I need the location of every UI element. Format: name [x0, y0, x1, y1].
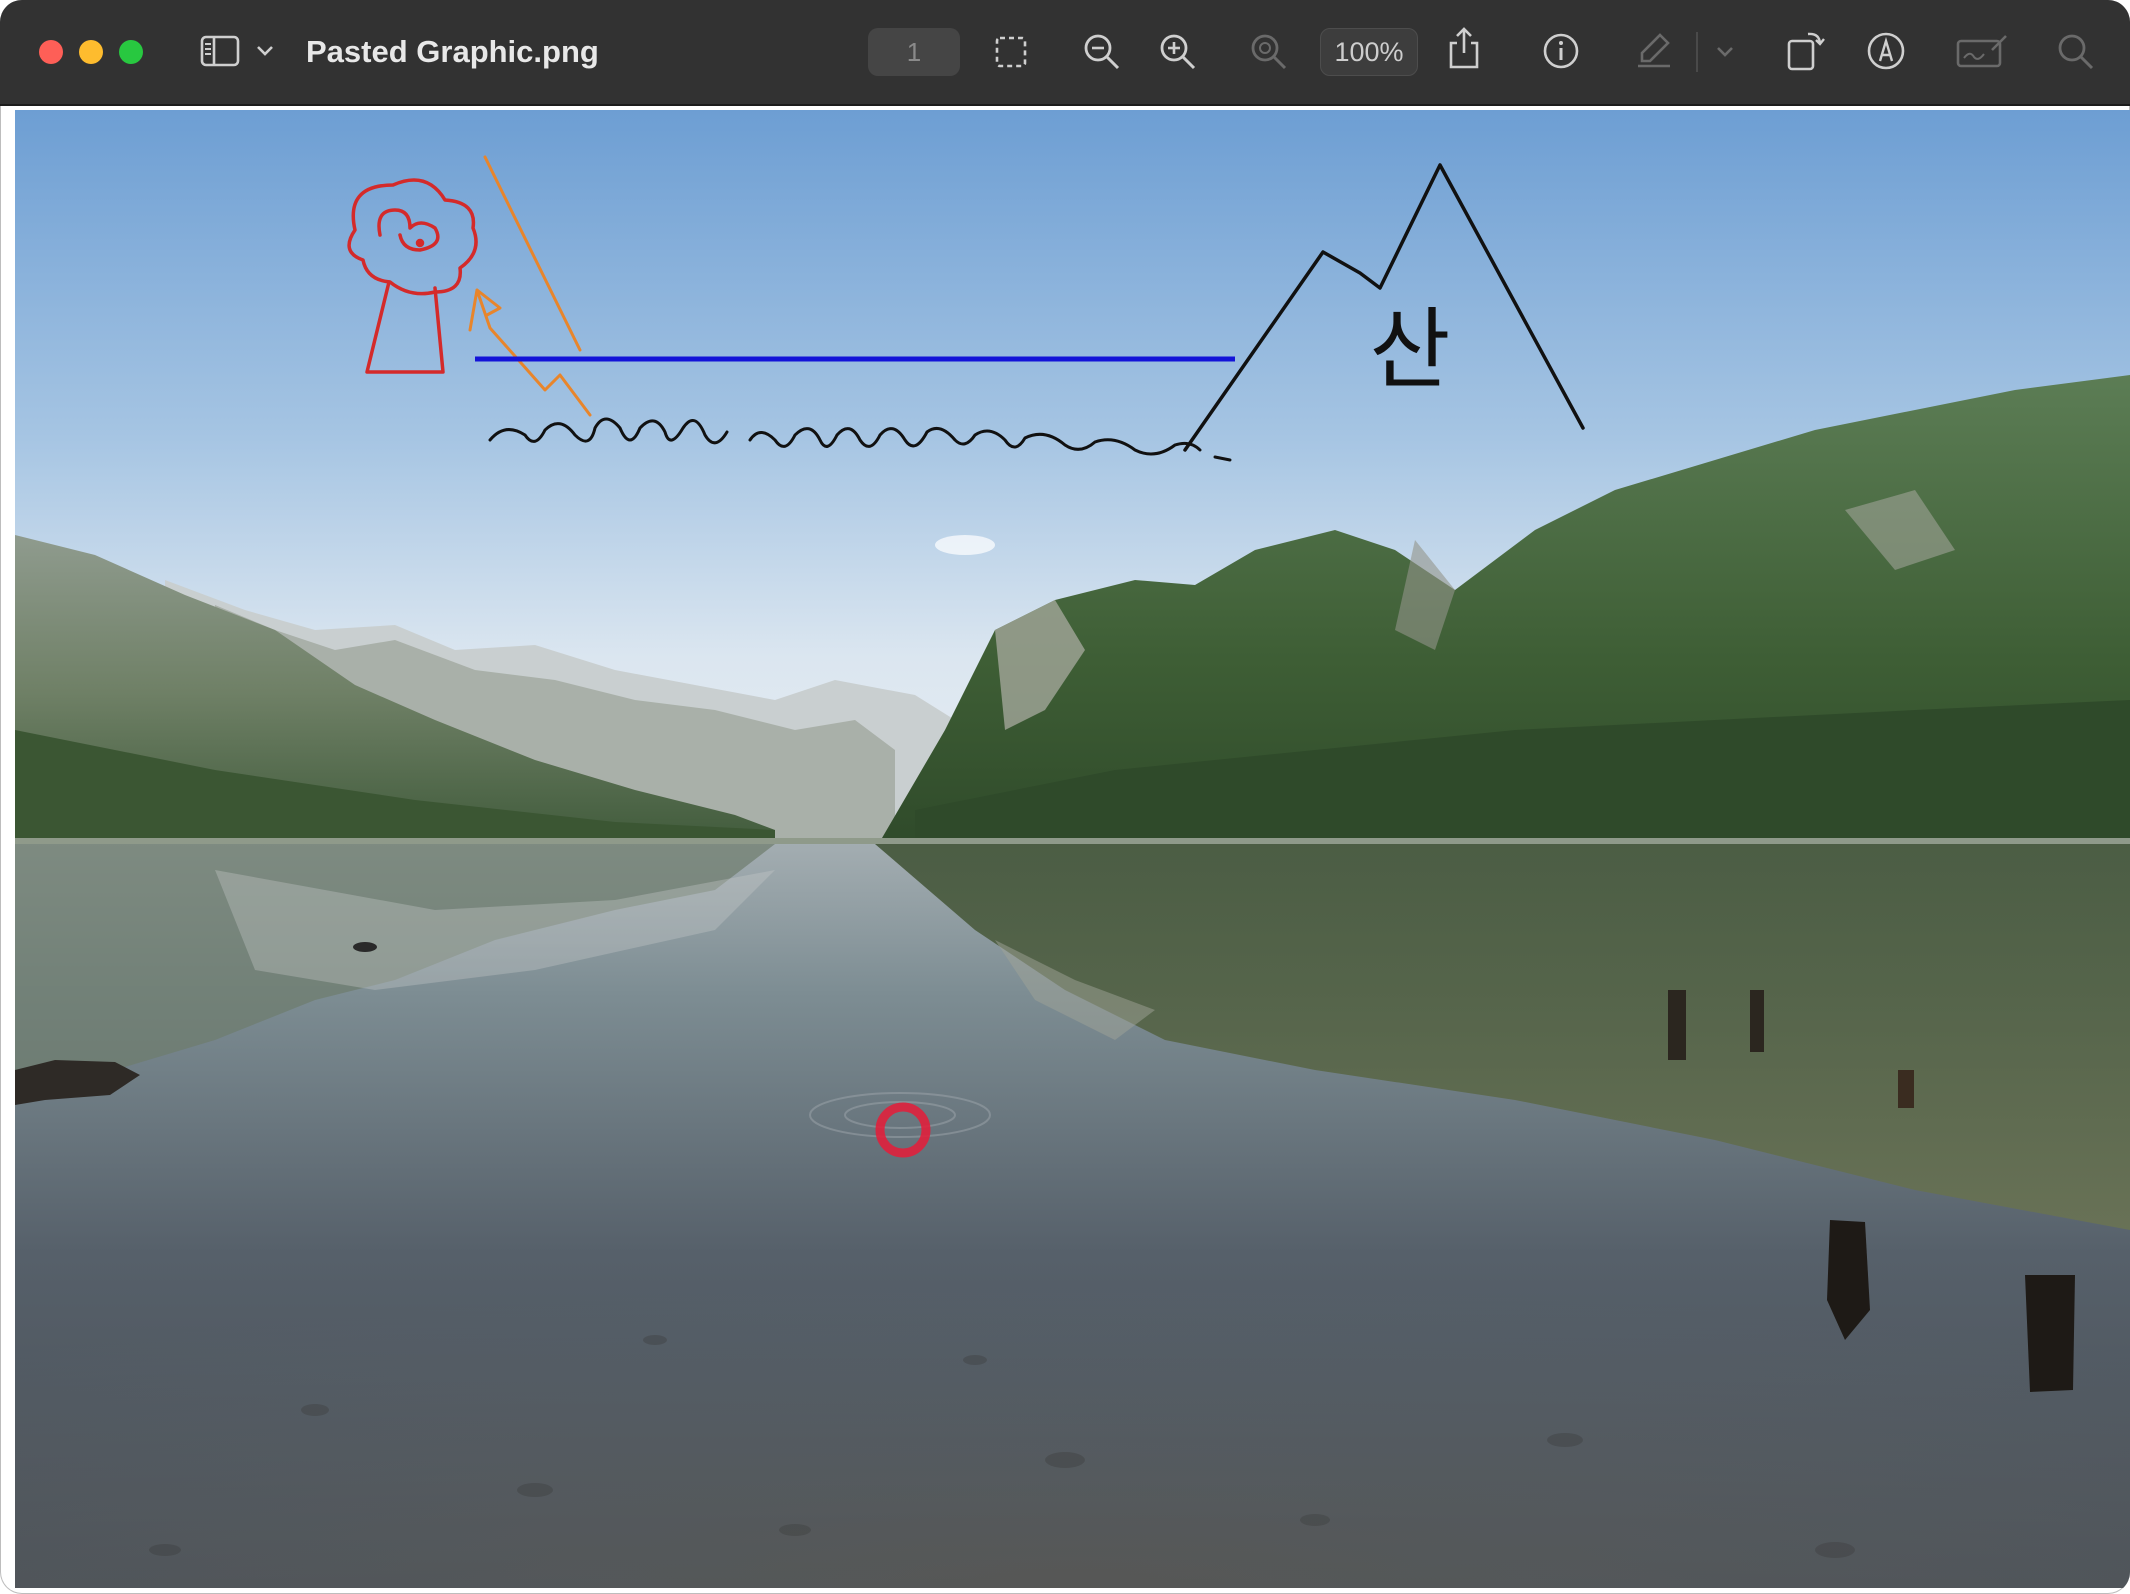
sidebar-icon[interactable]: [200, 34, 240, 68]
window-title: Pasted Graphic.png: [306, 34, 599, 69]
search-icon[interactable]: [2056, 32, 2096, 72]
selection-icon[interactable]: [993, 34, 1029, 70]
chevron-down-icon[interactable]: [256, 44, 274, 58]
highlight-pen-icon[interactable]: [1634, 30, 1674, 70]
preview-window: Pasted Graphic.png 1 100% 산: [0, 0, 2130, 1594]
markup-icon[interactable]: [1866, 31, 1906, 71]
arrow-drawing: [468, 155, 592, 417]
zoom-level-field[interactable]: 100%: [1320, 28, 1418, 76]
toolbar-separator: [1696, 32, 1698, 72]
scribble-drawing: [488, 417, 1232, 462]
chevron-down-icon[interactable]: [1716, 45, 1734, 59]
info-icon[interactable]: [1542, 32, 1580, 70]
rotate-icon[interactable]: [1786, 28, 1826, 72]
signature-icon[interactable]: [1956, 32, 2008, 70]
stick-figure-drawing: [347, 178, 478, 374]
handwritten-korean-text: 산: [1370, 298, 1451, 401]
zoom-in-icon[interactable]: [1158, 32, 1198, 72]
click-indicator-ring: [875, 1102, 931, 1158]
drawing-overlay: 산: [347, 155, 1585, 1158]
image-canvas[interactable]: 산: [15, 110, 2130, 1588]
maximize-window-button[interactable]: [119, 40, 143, 64]
actual-size-icon[interactable]: [1249, 32, 1289, 72]
zoom-out-icon[interactable]: [1082, 32, 1122, 72]
close-window-button[interactable]: [39, 40, 63, 64]
title-bar: Pasted Graphic.png 1 100%: [0, 0, 2130, 106]
page-number-field[interactable]: 1: [868, 28, 960, 76]
share-icon[interactable]: [1446, 26, 1482, 70]
minimize-window-button[interactable]: [79, 40, 103, 64]
